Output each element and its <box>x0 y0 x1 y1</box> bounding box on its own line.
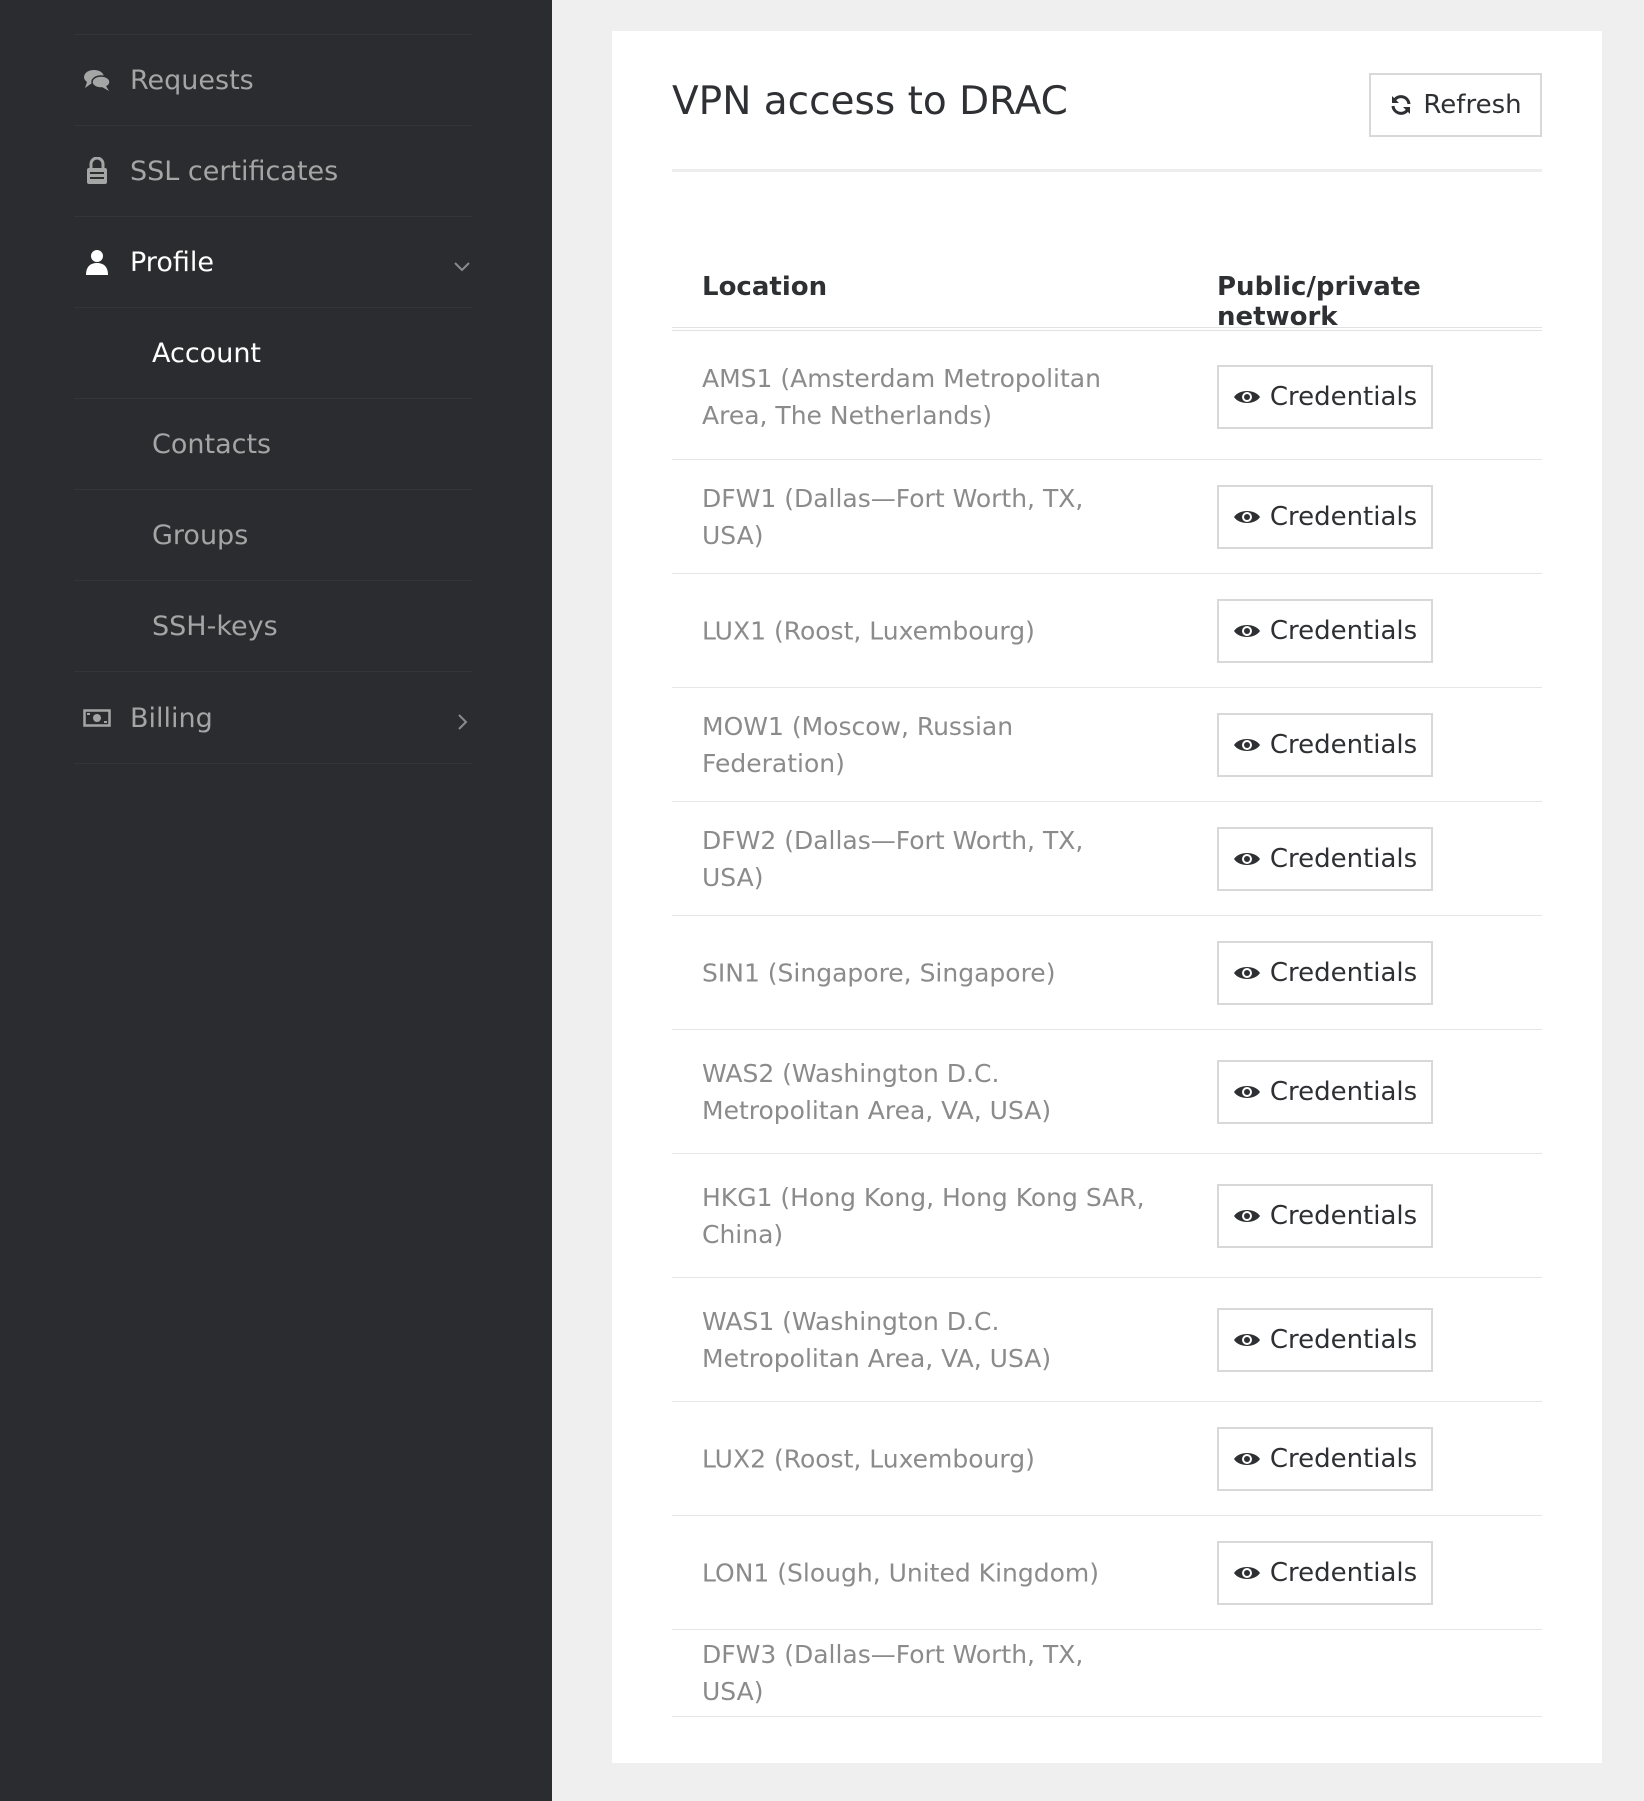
sidebar-subitem-groups[interactable]: Groups <box>74 490 472 581</box>
location-cell: AMS1 (Amsterdam Metropolitan Area, The N… <box>702 364 1101 430</box>
credentials-button[interactable]: Credentials <box>1217 598 1433 663</box>
credentials-button[interactable]: Credentials <box>1217 940 1433 1005</box>
sidebar-subitem-account[interactable]: Account <box>74 308 472 399</box>
eye-icon <box>1233 738 1260 751</box>
sidebar-subitem-contacts[interactable]: Contacts <box>74 399 472 490</box>
column-header-location: Location <box>702 272 828 302</box>
table-row: AMS1 (Amsterdam Metropolitan Area, The N… <box>672 335 1542 460</box>
sidebar-item-profile[interactable]: Profile <box>74 217 472 308</box>
eye-icon <box>1233 1085 1260 1098</box>
sidebar-item-billing[interactable]: Billing <box>74 673 472 764</box>
credentials-button[interactable]: Credentials <box>1217 712 1433 777</box>
credentials-button[interactable]: Credentials <box>1217 1540 1433 1605</box>
table-row: WAS2 (Washington D.C. Metropolitan Area,… <box>672 1030 1542 1154</box>
refresh-icon <box>1391 95 1411 115</box>
location-cell: LUX2 (Roost, Luxembourg) <box>702 1444 1035 1473</box>
column-header-network: Public/private network <box>1217 272 1421 332</box>
location-cell: MOW1 (Moscow, Russian Federation) <box>702 711 1014 778</box>
location-cell: SIN1 (Singapore, Singapore) <box>702 958 1056 987</box>
sidebar-subitem-label: Account <box>152 337 262 369</box>
credentials-button[interactable]: Credentials <box>1217 484 1433 549</box>
eye-icon <box>1233 1209 1260 1222</box>
credentials-button[interactable]: Credentials <box>1217 1059 1433 1124</box>
vpn-access-card: VPN access to DRAC Refresh Location Publ… <box>612 31 1602 1763</box>
credentials-label: Credentials <box>1269 957 1418 988</box>
credentials-label: Credentials <box>1269 501 1418 532</box>
location-cell: WAS2 (Washington D.C. Metropolitan Area,… <box>702 1058 1052 1125</box>
refresh-label: Refresh <box>1423 90 1522 120</box>
table-row: HKG1 (Hong Kong, Hong Kong SAR, China) C… <box>672 1154 1542 1278</box>
eye-icon <box>1233 1452 1260 1465</box>
location-cell: LON1 (Slough, United Kingdom) <box>702 1558 1099 1587</box>
eye-icon <box>1233 391 1260 403</box>
location-cell: DFW2 (Dallas—Fort Worth, TX, USA) <box>702 825 1084 892</box>
table-header: Location Public/private network <box>672 241 1542 332</box>
location-cell: HKG1 (Hong Kong, Hong Kong SAR, China) <box>702 1182 1145 1249</box>
sidebar-item-ssl-certificates[interactable]: SSL certificates <box>74 126 472 217</box>
credentials-label: Credentials <box>1269 1557 1418 1588</box>
table-row: DFW2 (Dallas—Fort Worth, TX, USA) Creden… <box>672 802 1542 916</box>
credentials-label: Credentials <box>1269 1443 1418 1474</box>
table-row: DFW1 (Dallas—Fort Worth, TX, USA) Creden… <box>672 460 1542 574</box>
table-row: DFW3 (Dallas—Fort Worth, TX, USA) <box>672 1630 1542 1717</box>
money-icon <box>82 703 112 733</box>
eye-icon <box>1233 966 1260 979</box>
table-row: SIN1 (Singapore, Singapore) Credentials <box>672 916 1542 1030</box>
location-cell: LUX1 (Roost, Luxembourg) <box>702 616 1035 645</box>
credentials-label: Credentials <box>1269 1200 1418 1231</box>
credentials-button[interactable]: Credentials <box>1217 1183 1433 1248</box>
sidebar-item-label: Profile <box>130 246 214 278</box>
sidebar-subitem-label: SSH-keys <box>152 610 278 642</box>
table-row: LUX1 (Roost, Luxembourg) Credentials <box>672 574 1542 688</box>
table-row: WAS1 (Washington D.C. Metropolitan Area,… <box>672 1278 1542 1402</box>
user-icon <box>82 247 112 277</box>
credentials-button[interactable]: Credentials <box>1217 826 1433 891</box>
credentials-label: Credentials <box>1269 615 1418 646</box>
location-cell: DFW1 (Dallas—Fort Worth, TX, USA) <box>702 483 1084 550</box>
sidebar-item-requests[interactable]: Requests <box>74 35 472 126</box>
sidebar-item-label: Requests <box>130 64 254 96</box>
chevron-down-icon <box>452 252 472 272</box>
table-row: LUX2 (Roost, Luxembourg) Credentials <box>672 1402 1542 1516</box>
table-row: MOW1 (Moscow, Russian Federation) Creden… <box>672 688 1542 802</box>
credentials-button[interactable]: Credentials <box>1217 1426 1433 1491</box>
credentials-label: Credentials <box>1269 729 1418 760</box>
credentials-label: Credentials <box>1269 382 1418 412</box>
location-cell: DFW3 (Dallas—Fort Worth, TX, USA) <box>702 1640 1084 1706</box>
table-row: LON1 (Slough, United Kingdom) Credential… <box>672 1516 1542 1630</box>
page-title: VPN access to DRAC <box>672 79 1068 124</box>
sidebar-subitem-ssh-keys[interactable]: SSH-keys <box>74 581 472 672</box>
credentials-button[interactable]: Credentials <box>1217 365 1433 429</box>
chevron-right-icon <box>452 708 472 730</box>
title-divider <box>672 169 1542 172</box>
eye-icon <box>1233 1333 1260 1346</box>
sidebar-item-partial[interactable] <box>74 0 472 35</box>
eye-icon <box>1233 852 1260 865</box>
partial-icon <box>82 0 112 4</box>
sidebar-subitem-label: Contacts <box>152 428 272 460</box>
sidebar-subitem-label: Groups <box>152 519 249 551</box>
sidebar-item-label: Billing <box>130 702 213 734</box>
location-cell: WAS1 (Washington D.C. Metropolitan Area,… <box>702 1306 1052 1373</box>
refresh-button[interactable]: Refresh <box>1369 73 1542 137</box>
credentials-label: Credentials <box>1269 1324 1418 1355</box>
ssl-lock-icon <box>82 156 112 186</box>
credentials-button[interactable]: Credentials <box>1217 1307 1433 1372</box>
comments-icon <box>82 65 112 95</box>
eye-icon <box>1233 624 1260 637</box>
credentials-label: Credentials <box>1269 1076 1418 1107</box>
eye-icon <box>1233 1566 1260 1579</box>
credentials-label: Credentials <box>1269 843 1418 874</box>
sidebar: Requests SSL certificates Profile Accoun… <box>0 0 552 1801</box>
sidebar-item-label: SSL certificates <box>130 155 339 187</box>
eye-icon <box>1233 510 1260 523</box>
